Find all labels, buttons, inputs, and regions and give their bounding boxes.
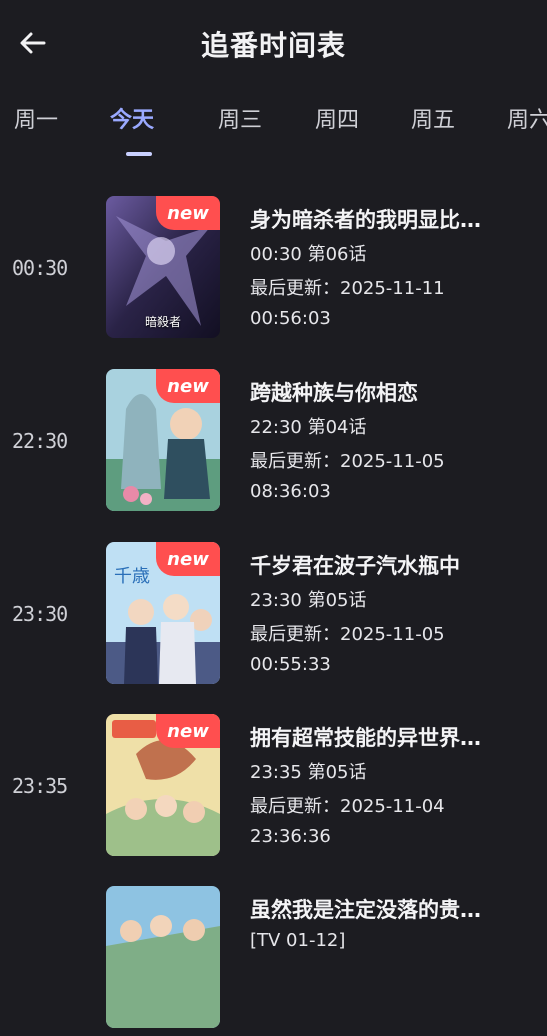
last-updated-time: 00:55:33	[250, 654, 331, 675]
list-item[interactable]: 00:30 暗殺者 new 身为暗杀者的我明显比… 00:30 第06话 最后更…	[0, 196, 547, 346]
svg-text:千歳: 千歳	[114, 566, 150, 587]
new-badge: new	[156, 542, 220, 576]
anime-title[interactable]: 千岁君在波子汽水瓶中	[250, 550, 535, 580]
anime-info: 身为暗杀者的我明显比… 00:30 第06话 最后更新：2025-11-11 0…	[250, 204, 535, 334]
episode-info: 23:30 第05话	[250, 590, 367, 611]
last-updated: 最后更新：2025-11-11 00:56:03	[250, 274, 535, 334]
last-updated: 最后更新：2025-11-05 00:55:33	[250, 620, 535, 680]
anime-info: 千岁君在波子汽水瓶中 23:30 第05话 最后更新：2025-11-05 00…	[250, 550, 535, 680]
tab-friday[interactable]: 周五	[411, 102, 455, 134]
tab-monday[interactable]: 周一	[14, 102, 58, 134]
tab-saturday[interactable]: 周六	[507, 102, 547, 134]
last-updated-time: 00:56:03	[250, 308, 331, 329]
page-title: 追番时间表	[200, 29, 346, 62]
anime-cover[interactable]: 暗殺者 new	[106, 196, 220, 338]
last-updated: 最后更新：2025-11-04 23:36:36	[250, 792, 535, 852]
list-item[interactable]: 23:35 new 拥有超常技能的异世界… 23:35 第05话 最后更新：20…	[0, 714, 547, 864]
last-updated-date: 最后更新：2025-11-04	[250, 796, 445, 817]
weekday-tabs: 周一 今天 周三 周四 周五 周六	[0, 96, 547, 160]
last-updated: 最后更新：2025-11-05 08:36:03	[250, 447, 535, 507]
anime-cover[interactable]: 千歳 new	[106, 542, 220, 684]
anime-title[interactable]: 跨越种族与你相恋	[250, 377, 535, 407]
tab-today[interactable]: 今天	[110, 102, 154, 134]
air-time: 00:30	[12, 256, 68, 280]
cover-caption: 暗殺者	[144, 314, 181, 329]
anime-title[interactable]: 身为暗杀者的我明显比…	[250, 204, 535, 234]
tab-thursday[interactable]: 周四	[315, 102, 359, 134]
anime-info: 拥有超常技能的异世界… 23:35 第05话 最后更新：2025-11-04 2…	[250, 722, 535, 852]
anime-info: 跨越种族与你相恋 22:30 第04话 最后更新：2025-11-05 08:3…	[250, 377, 535, 507]
new-badge: new	[156, 714, 220, 748]
list-item[interactable]: 23:30 千歳 new 千岁君在波子汽水瓶中 23:30 第05话 最后更新：…	[0, 542, 547, 692]
episode-info: 22:30 第04话	[250, 417, 367, 438]
air-time: 23:30	[12, 602, 68, 626]
last-updated-date: 最后更新：2025-11-05	[250, 624, 445, 645]
anime-title[interactable]: 虽然我是注定没落的贵…	[250, 894, 535, 924]
list-item[interactable]: 虽然我是注定没落的贵… [TV 01-12]	[0, 886, 547, 1036]
air-time: 23:35	[12, 774, 68, 798]
anime-cover[interactable]: new	[106, 369, 220, 511]
last-updated-time: 08:36:03	[250, 481, 331, 502]
top-bar: 追番时间表	[0, 0, 547, 88]
tab-wednesday[interactable]: 周三	[218, 102, 262, 134]
anime-info: 虽然我是注定没落的贵… [TV 01-12]	[250, 894, 535, 951]
episode-info: 00:30 第06话	[250, 244, 367, 265]
air-time: 22:30	[12, 429, 68, 453]
active-tab-indicator	[126, 152, 152, 156]
episode-info: 23:35 第05话	[250, 762, 367, 783]
cover-art	[106, 886, 220, 1028]
last-updated-time: 23:36:36	[250, 826, 331, 847]
anime-title[interactable]: 拥有超常技能的异世界…	[250, 722, 535, 752]
new-badge: new	[156, 196, 220, 230]
list-item[interactable]: 22:30 new 跨越种族与你相恋 22:30 第04话 最后更新：2025-…	[0, 369, 547, 519]
last-updated-date: 最后更新：2025-11-11	[250, 278, 445, 299]
new-badge: new	[156, 369, 220, 403]
last-updated-date: 最后更新：2025-11-05	[250, 451, 445, 472]
anime-cover[interactable]	[106, 886, 220, 1028]
anime-cover[interactable]: new	[106, 714, 220, 856]
episode-info: [TV 01-12]	[250, 930, 346, 951]
